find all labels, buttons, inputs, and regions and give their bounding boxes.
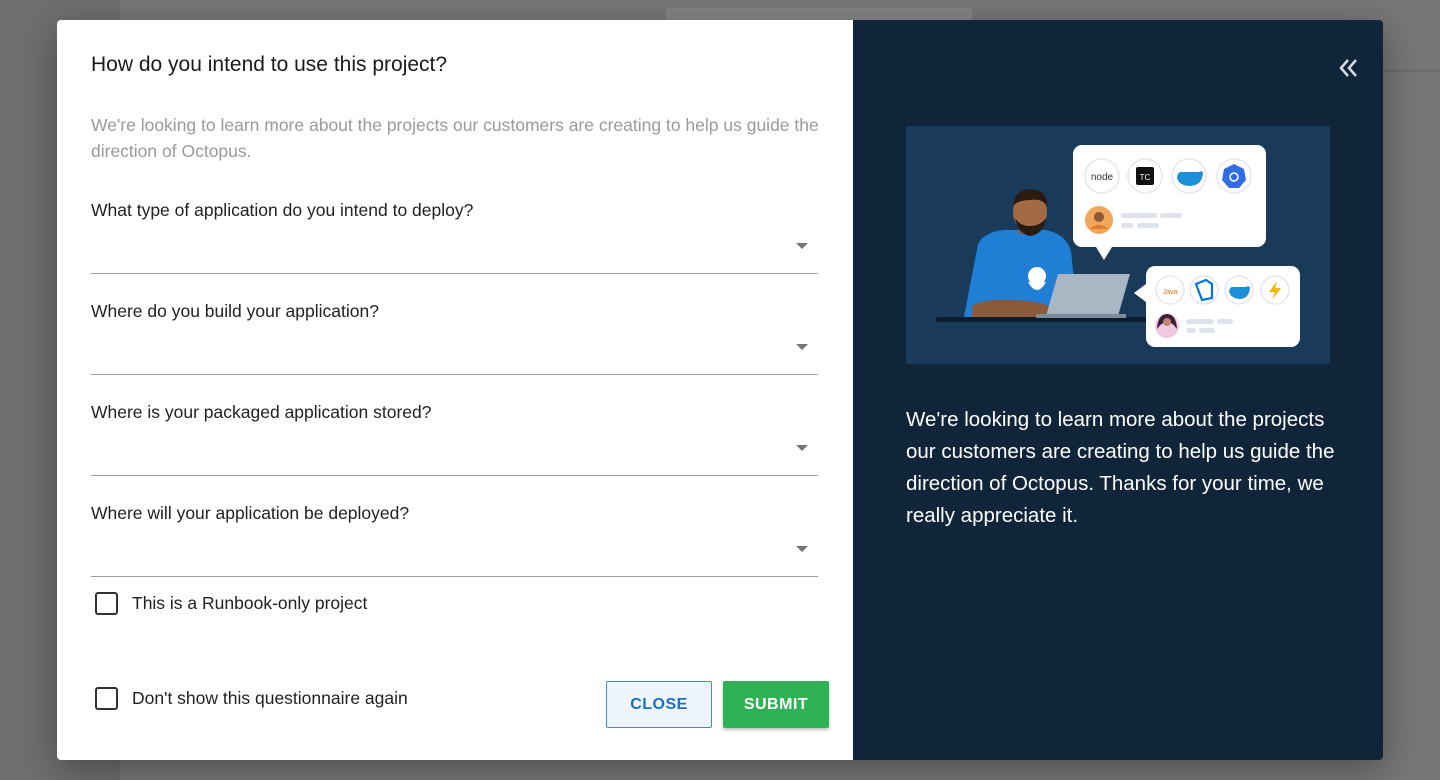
dropdown-caret-icon[interactable] — [796, 243, 808, 249]
illustration: node TC Java — [906, 126, 1330, 364]
field-underline — [91, 374, 818, 375]
field-label: What type of application do you intend t… — [91, 200, 474, 220]
field-label: Where will your application be deployed? — [91, 503, 410, 523]
field-label: Where is your packaged application store… — [91, 402, 432, 422]
svg-text:Java: Java — [1163, 289, 1178, 296]
dialog-title: How do you intend to use this project? — [91, 53, 448, 76]
build-location-select[interactable]: Where do you build your application? — [91, 301, 818, 375]
application-type-select[interactable]: What type of application do you intend t… — [91, 200, 818, 274]
dialog-subtitle: We're looking to learn more about the pr… — [91, 115, 819, 161]
dropdown-caret-icon[interactable] — [796, 546, 808, 552]
dropdown-caret-icon[interactable] — [796, 445, 808, 451]
deployment-target-select[interactable]: Where will your application be deployed? — [91, 503, 818, 577]
close-button[interactable]: CLOSE — [606, 681, 712, 728]
svg-text:TC: TC — [1140, 173, 1151, 182]
questionnaire-form: How do you intend to use this project? W… — [57, 20, 853, 760]
field-underline — [91, 576, 818, 577]
dont-show-again-checkbox-row[interactable]: Don't show this questionnaire again — [95, 687, 408, 710]
background-divider — [1383, 70, 1440, 72]
developer-illustration: node TC Java — [936, 145, 1300, 347]
info-message: We're looking to learn more about the pr… — [906, 408, 1335, 527]
svg-text:node: node — [1091, 172, 1114, 183]
submit-button[interactable]: SUBMIT — [723, 681, 829, 728]
runbook-only-label: This is a Runbook-only project — [132, 593, 368, 613]
questionnaire-dialog: How do you intend to use this project? W… — [57, 20, 1383, 760]
dropdown-caret-icon[interactable] — [796, 344, 808, 350]
dont-show-again-checkbox[interactable] — [95, 687, 118, 710]
info-panel: node TC Java We're looking to learn more… — [853, 20, 1383, 760]
runbook-only-checkbox[interactable] — [95, 592, 118, 615]
field-underline — [91, 475, 818, 476]
dont-show-again-label: Don't show this questionnaire again — [132, 688, 408, 708]
field-underline — [91, 273, 818, 274]
double-chevron-left-icon[interactable] — [1335, 55, 1361, 81]
field-label: Where do you build your application? — [91, 301, 379, 321]
package-storage-select[interactable]: Where is your packaged application store… — [91, 402, 818, 476]
runbook-only-checkbox-row[interactable]: This is a Runbook-only project — [95, 592, 367, 615]
